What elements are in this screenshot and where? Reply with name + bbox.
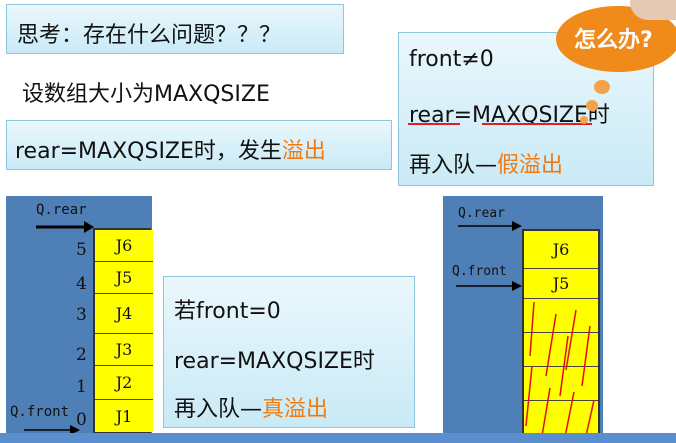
bottom-bar — [0, 433, 676, 443]
right-rear-label: Q.rear — [458, 206, 505, 221]
left-front-label: Q.front — [10, 404, 70, 420]
false-overflow-line: 再入队—假溢出 — [409, 147, 563, 179]
red-strike-marks — [525, 301, 595, 442]
queue-cell: J6 — [95, 230, 153, 262]
bubble-label: 怎么办? — [574, 28, 653, 53]
true-overflow-highlight: 真溢出 — [262, 397, 329, 422]
question-box: 思考：存在什么问题？？？ — [6, 4, 344, 54]
false-overflow-highlight: 假溢出 — [497, 153, 564, 178]
bubble-dot-large — [594, 80, 610, 94]
enqueue-prefix: 再入队— — [409, 153, 498, 178]
index-label: 1 — [76, 377, 87, 397]
overflow-prefix: rear=MAXQSIZE时，发生 — [15, 139, 282, 164]
left-rear-label: Q.rear — [36, 202, 87, 218]
overflow-box: rear=MAXQSIZE时，发生溢出 — [6, 120, 392, 170]
index-label: 2 — [76, 345, 87, 365]
front-zero-line: 若front=0 — [174, 299, 281, 324]
middle-enqueue-prefix: 再入队— — [174, 397, 263, 422]
queue-cell: J1 — [95, 400, 153, 432]
overflow-highlight: 溢出 — [281, 139, 326, 164]
true-overflow-line: 再入队—真溢出 — [174, 391, 328, 423]
true-overflow-box: 若front=0 rear=MAXQSIZE时 再入队—真溢出 — [163, 276, 415, 428]
index-label: 5 — [76, 240, 87, 260]
left-queue-array: J6 J5 J4 J3 J2 J1 — [93, 228, 153, 434]
right-front-label: Q.front — [452, 264, 507, 279]
intro-line: 设数组大小为MAXQSIZE — [22, 82, 270, 107]
queue-cell: J3 — [95, 334, 153, 366]
right-front-arrow — [456, 281, 522, 291]
queue-cell: J5 — [524, 269, 598, 299]
right-rear-arrow — [458, 221, 522, 231]
question-text: 思考：存在什么问题？？？ — [17, 23, 282, 48]
bubble-dot-small — [580, 116, 588, 124]
underline-rear — [408, 123, 460, 125]
index-label: 4 — [76, 274, 87, 294]
bubble-dot-medium — [586, 100, 598, 111]
middle-rear-condition: rear=MAXQSIZE时 — [174, 349, 375, 374]
queue-cell: J2 — [95, 366, 153, 400]
left-rear-arrow — [36, 221, 94, 233]
queue-cell: J4 — [95, 294, 153, 334]
queue-cell: J6 — [524, 231, 598, 269]
overflow-text: rear=MAXQSIZE时，发生溢出 — [15, 133, 326, 165]
front-not-zero: front≠0 — [409, 47, 494, 72]
index-label: 3 — [76, 305, 87, 325]
underline-maxqsize — [482, 123, 592, 125]
queue-cell: J5 — [95, 262, 153, 294]
